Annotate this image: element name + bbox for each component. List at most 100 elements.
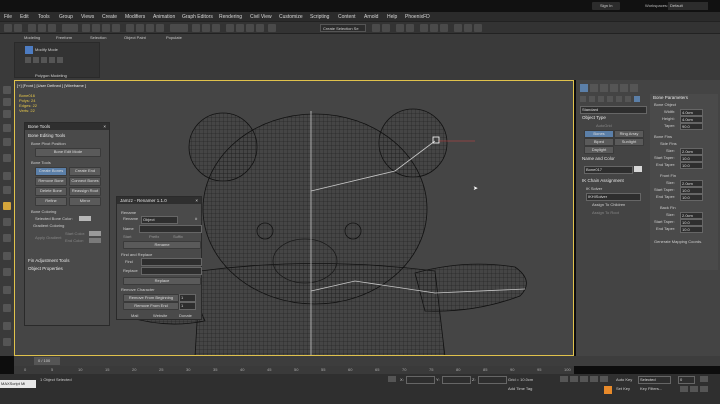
scene-explorer-icon[interactable] [406, 24, 414, 32]
ref-coord-dropdown[interactable] [170, 24, 188, 32]
ik-chain-section[interactable]: IK Chain Assignment [582, 178, 624, 184]
lights-icon[interactable] [598, 96, 604, 102]
menu-civil-view[interactable]: Civil View [250, 14, 272, 20]
modify-tab-icon[interactable] [590, 84, 598, 92]
remove-from-end-button[interactable]: Remove From End [123, 302, 179, 310]
spinner-snap-icon[interactable] [256, 24, 264, 32]
renamer-close-icon[interactable]: × [195, 197, 198, 204]
create-bones-button[interactable]: Create Bones [35, 167, 67, 176]
replace-input[interactable] [141, 267, 202, 275]
category-dropdown[interactable]: Standard [580, 106, 647, 114]
track-bar[interactable]: 0 5 10 15 20 25 30 35 40 45 50 55 60 65 70 75 80 85 90 95 10… [14, 366, 574, 374]
taper-input[interactable]: 90.0 [680, 123, 703, 130]
object-color-swatch[interactable] [634, 166, 642, 172]
systems-tool-icon[interactable] [3, 252, 11, 260]
donate-link[interactable]: Donate [179, 313, 192, 318]
menu-customize[interactable]: Customize [279, 14, 303, 20]
mirror-button[interactable]: Mirror [69, 197, 101, 206]
goto-end-icon[interactable] [600, 376, 608, 382]
remove-from-beginning-button[interactable]: Remove From Beginning [123, 294, 179, 302]
select-object-icon[interactable] [82, 24, 90, 32]
menu-modifiers[interactable]: Modifiers [125, 14, 145, 20]
systems-icon[interactable] [634, 96, 640, 102]
camera-tool-icon[interactable] [3, 218, 11, 226]
menu-help[interactable]: Help [387, 14, 397, 20]
viewport-tool-icon[interactable] [3, 338, 11, 346]
bone-edit-mode-button[interactable]: Bone Edit Mode [35, 148, 101, 157]
select-manipulate-icon[interactable] [202, 24, 210, 32]
start-color-swatch[interactable] [89, 231, 101, 236]
move-tool-icon[interactable] [3, 98, 11, 106]
fin-adjustment-section[interactable]: Fin Adjustment Tools [28, 258, 69, 264]
orbit-icon[interactable] [700, 386, 708, 392]
selected-bone-color-swatch[interactable] [79, 216, 91, 221]
apply-gradient-label[interactable]: Apply Gradient [35, 235, 61, 240]
utilities-tab-icon[interactable] [630, 84, 638, 92]
auto-key-button[interactable]: Auto Key [616, 377, 632, 382]
side-fins-checkbox[interactable]: Side Fins [660, 141, 677, 146]
scale-tool-icon[interactable] [3, 124, 11, 132]
sunlight-button[interactable]: Sunlight [614, 138, 644, 146]
snaps-toggle-icon[interactable] [226, 24, 234, 32]
mirror-icon[interactable] [372, 24, 380, 32]
menu-arnold[interactable]: Arnold [364, 14, 378, 20]
helper-tool-icon[interactable] [3, 234, 11, 242]
remove-bone-button[interactable]: Remove Bone [35, 177, 67, 186]
hierarchy-tool-icon[interactable] [3, 286, 11, 294]
edit-named-sets-icon[interactable] [268, 24, 276, 32]
lock-selection-icon[interactable] [388, 376, 396, 382]
time-slider-thumb[interactable]: 0 / 100 [34, 357, 60, 365]
cameras-icon[interactable] [607, 96, 613, 102]
spacewarps-icon[interactable] [625, 96, 631, 102]
play-icon[interactable] [580, 376, 588, 382]
assign-root-checkbox[interactable]: Assign To Root [592, 210, 619, 215]
curve-editor-icon[interactable] [420, 24, 428, 32]
select-by-name-icon[interactable] [92, 24, 100, 32]
x-coord-input[interactable] [406, 376, 435, 384]
back-size-input[interactable]: 2.0cm [680, 212, 703, 219]
end-color-swatch[interactable] [89, 238, 101, 243]
redo-icon[interactable] [14, 24, 22, 32]
motion-tab-icon[interactable] [610, 84, 618, 92]
menu-content[interactable]: Content [338, 14, 356, 20]
key-selection-dropdown[interactable]: Selected [638, 376, 671, 384]
shapes-tool-icon[interactable] [3, 186, 11, 194]
name-input[interactable] [139, 225, 202, 233]
bone-editing-section[interactable]: Bone Editing Tools [28, 133, 65, 139]
render-setup-icon[interactable] [454, 24, 462, 32]
set-key-button[interactable]: Set Key [616, 386, 630, 391]
rotate-icon[interactable] [136, 24, 144, 32]
menu-group[interactable]: Group [59, 14, 73, 20]
create-tab-icon[interactable] [580, 84, 588, 92]
back-fin-checkbox[interactable]: Back Fin [660, 205, 676, 210]
generate-mapping-checkbox[interactable]: Generate Mapping Coords. [654, 239, 702, 244]
schematic-view-icon[interactable] [430, 24, 438, 32]
object-name-input[interactable]: Bone017 [584, 166, 633, 174]
connect-bones-button[interactable]: Connect Bones [69, 177, 101, 186]
find-input[interactable] [141, 258, 202, 266]
time-slider[interactable]: 0 / 100 [14, 356, 720, 366]
y-coord-input[interactable] [442, 376, 471, 384]
back-start-taper-input[interactable]: 10.0 [680, 219, 703, 226]
menu-tools[interactable]: Tools [38, 14, 50, 20]
ring-array-button[interactable]: Ring Array [614, 130, 644, 138]
display-tool-icon[interactable] [3, 268, 11, 276]
menu-create[interactable]: Create [102, 14, 117, 20]
back-end-taper-input[interactable]: 10.0 [680, 226, 703, 233]
hierarchy-tab-icon[interactable] [600, 84, 608, 92]
front-start-taper-input[interactable]: 10.0 [680, 187, 703, 194]
object-type-section[interactable]: Object Type [582, 115, 606, 121]
polygon-modeling-label[interactable]: Polygon Modeling [35, 73, 67, 78]
pivot-icon[interactable] [192, 24, 200, 32]
tab-modeling[interactable]: Modeling [24, 35, 40, 40]
goto-start-icon[interactable] [560, 376, 568, 382]
front-size-input[interactable]: 2.0cm [680, 180, 703, 187]
menu-animation[interactable]: Animation [153, 14, 175, 20]
zoom-icon[interactable] [680, 386, 688, 392]
side-start-taper-input[interactable]: 10.0 [680, 155, 703, 162]
selection-set-dropdown[interactable]: Create Selection Se [320, 24, 366, 32]
menu-graph-editors[interactable]: Graph Editors [182, 14, 213, 20]
ik-solver-dropdown[interactable]: IKHISolver [586, 193, 641, 201]
align-icon[interactable] [382, 24, 390, 32]
rendered-frame-icon[interactable] [464, 24, 472, 32]
